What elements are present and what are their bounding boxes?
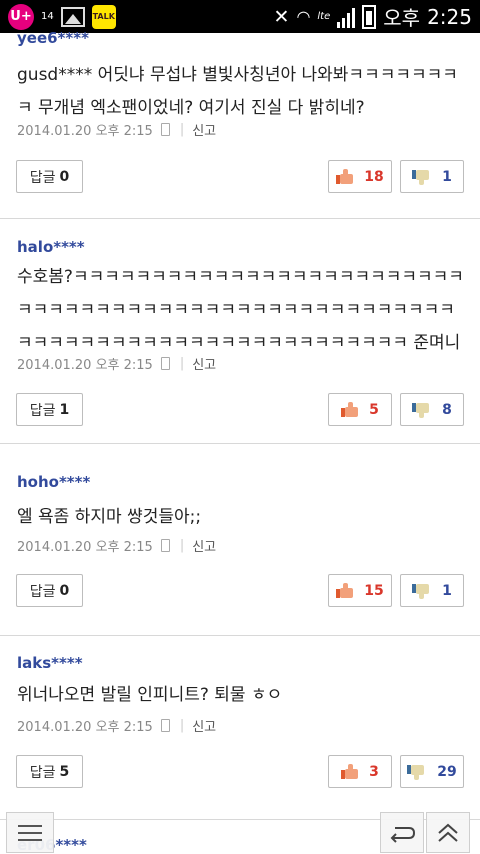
comment-meta: 2014.01.20 오후 2:15 | 신고 xyxy=(17,120,216,139)
reply-count: 5 xyxy=(59,763,70,780)
like-button[interactable]: 5 xyxy=(328,393,392,426)
image-icon xyxy=(60,6,85,27)
mobile-icon xyxy=(160,123,170,136)
report-link[interactable]: 신고 xyxy=(192,716,216,735)
comment-date: 2014.01.20 오후 2:15 xyxy=(17,358,153,373)
reply-label: 답글 xyxy=(29,764,56,781)
reply-label: 답글 xyxy=(29,402,56,419)
comment-meta: 2014.01.20 오후 2:15 | 신고 xyxy=(17,354,216,373)
mobile-icon xyxy=(160,357,170,370)
dislike-count: 1 xyxy=(442,582,452,599)
mobile-icon xyxy=(160,539,170,552)
thumbs-up-icon xyxy=(336,582,354,599)
separator: | xyxy=(179,538,185,553)
battery-icon xyxy=(362,4,377,29)
thumbs-up-icon xyxy=(336,168,354,185)
notification-count-icon: 14 xyxy=(41,10,54,22)
uplus-icon: U+ xyxy=(8,3,34,30)
separator: | xyxy=(179,356,185,371)
comment-item: hoho**** 엘 욕좀 하지마 썅것들아;; 2014.01.20 오후 2… xyxy=(0,444,480,636)
report-link[interactable]: 신고 xyxy=(192,354,216,373)
comment-meta: 2014.01.20 오후 2:15 | 신고 xyxy=(17,536,216,555)
mute-icon: ✕ xyxy=(273,5,290,28)
reply-button[interactable]: 답글 0 xyxy=(16,160,83,193)
reply-label: 답글 xyxy=(29,169,56,186)
comment-date: 2014.01.20 오후 2:15 xyxy=(17,124,153,139)
dislike-count: 8 xyxy=(442,401,452,418)
reply-label: 답글 xyxy=(29,583,56,600)
menu-icon xyxy=(18,824,42,827)
like-button[interactable]: 18 xyxy=(328,160,392,193)
thumbs-down-icon xyxy=(412,583,430,599)
separator: | xyxy=(179,122,185,137)
thumbs-down-icon xyxy=(412,402,430,418)
comment-item: yee6**** gusd**** 어딧냐 무섭냐 별빛사칭년아 나와봐ㅋㅋㅋㅋ… xyxy=(0,29,480,219)
dislike-button[interactable]: 29 xyxy=(400,755,464,788)
thumbs-up-icon xyxy=(341,401,359,418)
like-button[interactable]: 15 xyxy=(328,574,392,607)
reply-count: 1 xyxy=(59,401,70,418)
comment-date: 2014.01.20 오후 2:15 xyxy=(17,720,153,735)
comment-username[interactable]: yee6**** xyxy=(17,29,89,47)
kakaotalk-icon: TALK xyxy=(91,4,116,29)
comment-username[interactable]: laks**** xyxy=(17,654,83,672)
thumbs-down-icon xyxy=(412,169,430,185)
report-link[interactable]: 신고 xyxy=(192,536,216,555)
like-button[interactable]: 3 xyxy=(328,755,392,788)
separator: | xyxy=(179,718,185,733)
reply-count: 0 xyxy=(59,168,70,185)
report-link[interactable]: 신고 xyxy=(192,120,216,139)
thumbs-down-icon xyxy=(407,764,425,780)
dislike-count: 29 xyxy=(437,763,457,780)
clock-time: 2:25 xyxy=(427,4,472,29)
reply-button[interactable]: 답글 1 xyxy=(16,393,83,426)
comment-item: halo**** 수호봄?ㅋㅋㅋㅋㅋㅋㅋㅋㅋㅋㅋㅋㅋㅋㅋㅋㅋㅋㅋㅋㅋㅋㅋㅋㅋㅋㅋ… xyxy=(0,219,480,444)
like-count: 15 xyxy=(364,582,384,599)
comment-date: 2014.01.20 오후 2:15 xyxy=(17,540,153,555)
scroll-top-button[interactable] xyxy=(426,812,470,853)
clock-ampm: 오후 xyxy=(383,6,421,30)
double-chevron-up-icon xyxy=(438,823,458,842)
comment-text: 엘 욕좀 하지마 썅것들아;; xyxy=(17,507,202,527)
comment-text: 위너나오면 발릴 인피니트? 퇴물 ㅎㅇ xyxy=(17,685,283,705)
like-count: 18 xyxy=(364,168,384,185)
comment-username[interactable]: halo**** xyxy=(17,238,85,256)
reply-count: 0 xyxy=(59,582,70,599)
signal-icon xyxy=(337,6,356,28)
thumbs-up-icon xyxy=(341,763,359,780)
dislike-button[interactable]: 8 xyxy=(400,393,464,426)
mobile-icon xyxy=(160,719,170,732)
dislike-button[interactable]: 1 xyxy=(400,160,464,193)
reply-button[interactable]: 답글 0 xyxy=(16,574,83,607)
reply-button[interactable]: 답글 5 xyxy=(16,755,83,788)
like-count: 5 xyxy=(369,401,379,418)
dislike-button[interactable]: 1 xyxy=(400,574,464,607)
lte-icon: lte xyxy=(317,11,331,22)
comment-text: gusd**** 어딧냐 무섭냐 별빛사칭년아 나와봐ㅋㅋㅋㅋㅋㅋㅋㅋ 무개념 … xyxy=(17,65,458,118)
comment-item: laks**** 위너나오면 발릴 인피니트? 퇴물 ㅎㅇ 2014.01.20… xyxy=(0,636,480,820)
comment-meta: 2014.01.20 오후 2:15 | 신고 xyxy=(17,716,216,735)
comment-text: 수호봄?ㅋㅋㅋㅋㅋㅋㅋㅋㅋㅋㅋㅋㅋㅋㅋㅋㅋㅋㅋㅋㅋㅋㅋㅋㅋㅋㅋㅋㅋㅋㅋㅋㅋㅋㅋㅋ… xyxy=(17,267,464,353)
wifi-icon: ◠ xyxy=(296,7,311,26)
back-arrow-icon xyxy=(390,826,416,843)
back-button[interactable] xyxy=(380,812,424,853)
dislike-count: 1 xyxy=(442,168,452,185)
like-count: 3 xyxy=(369,763,379,780)
comment-username[interactable]: hoho**** xyxy=(17,473,90,491)
menu-button[interactable] xyxy=(6,812,54,853)
